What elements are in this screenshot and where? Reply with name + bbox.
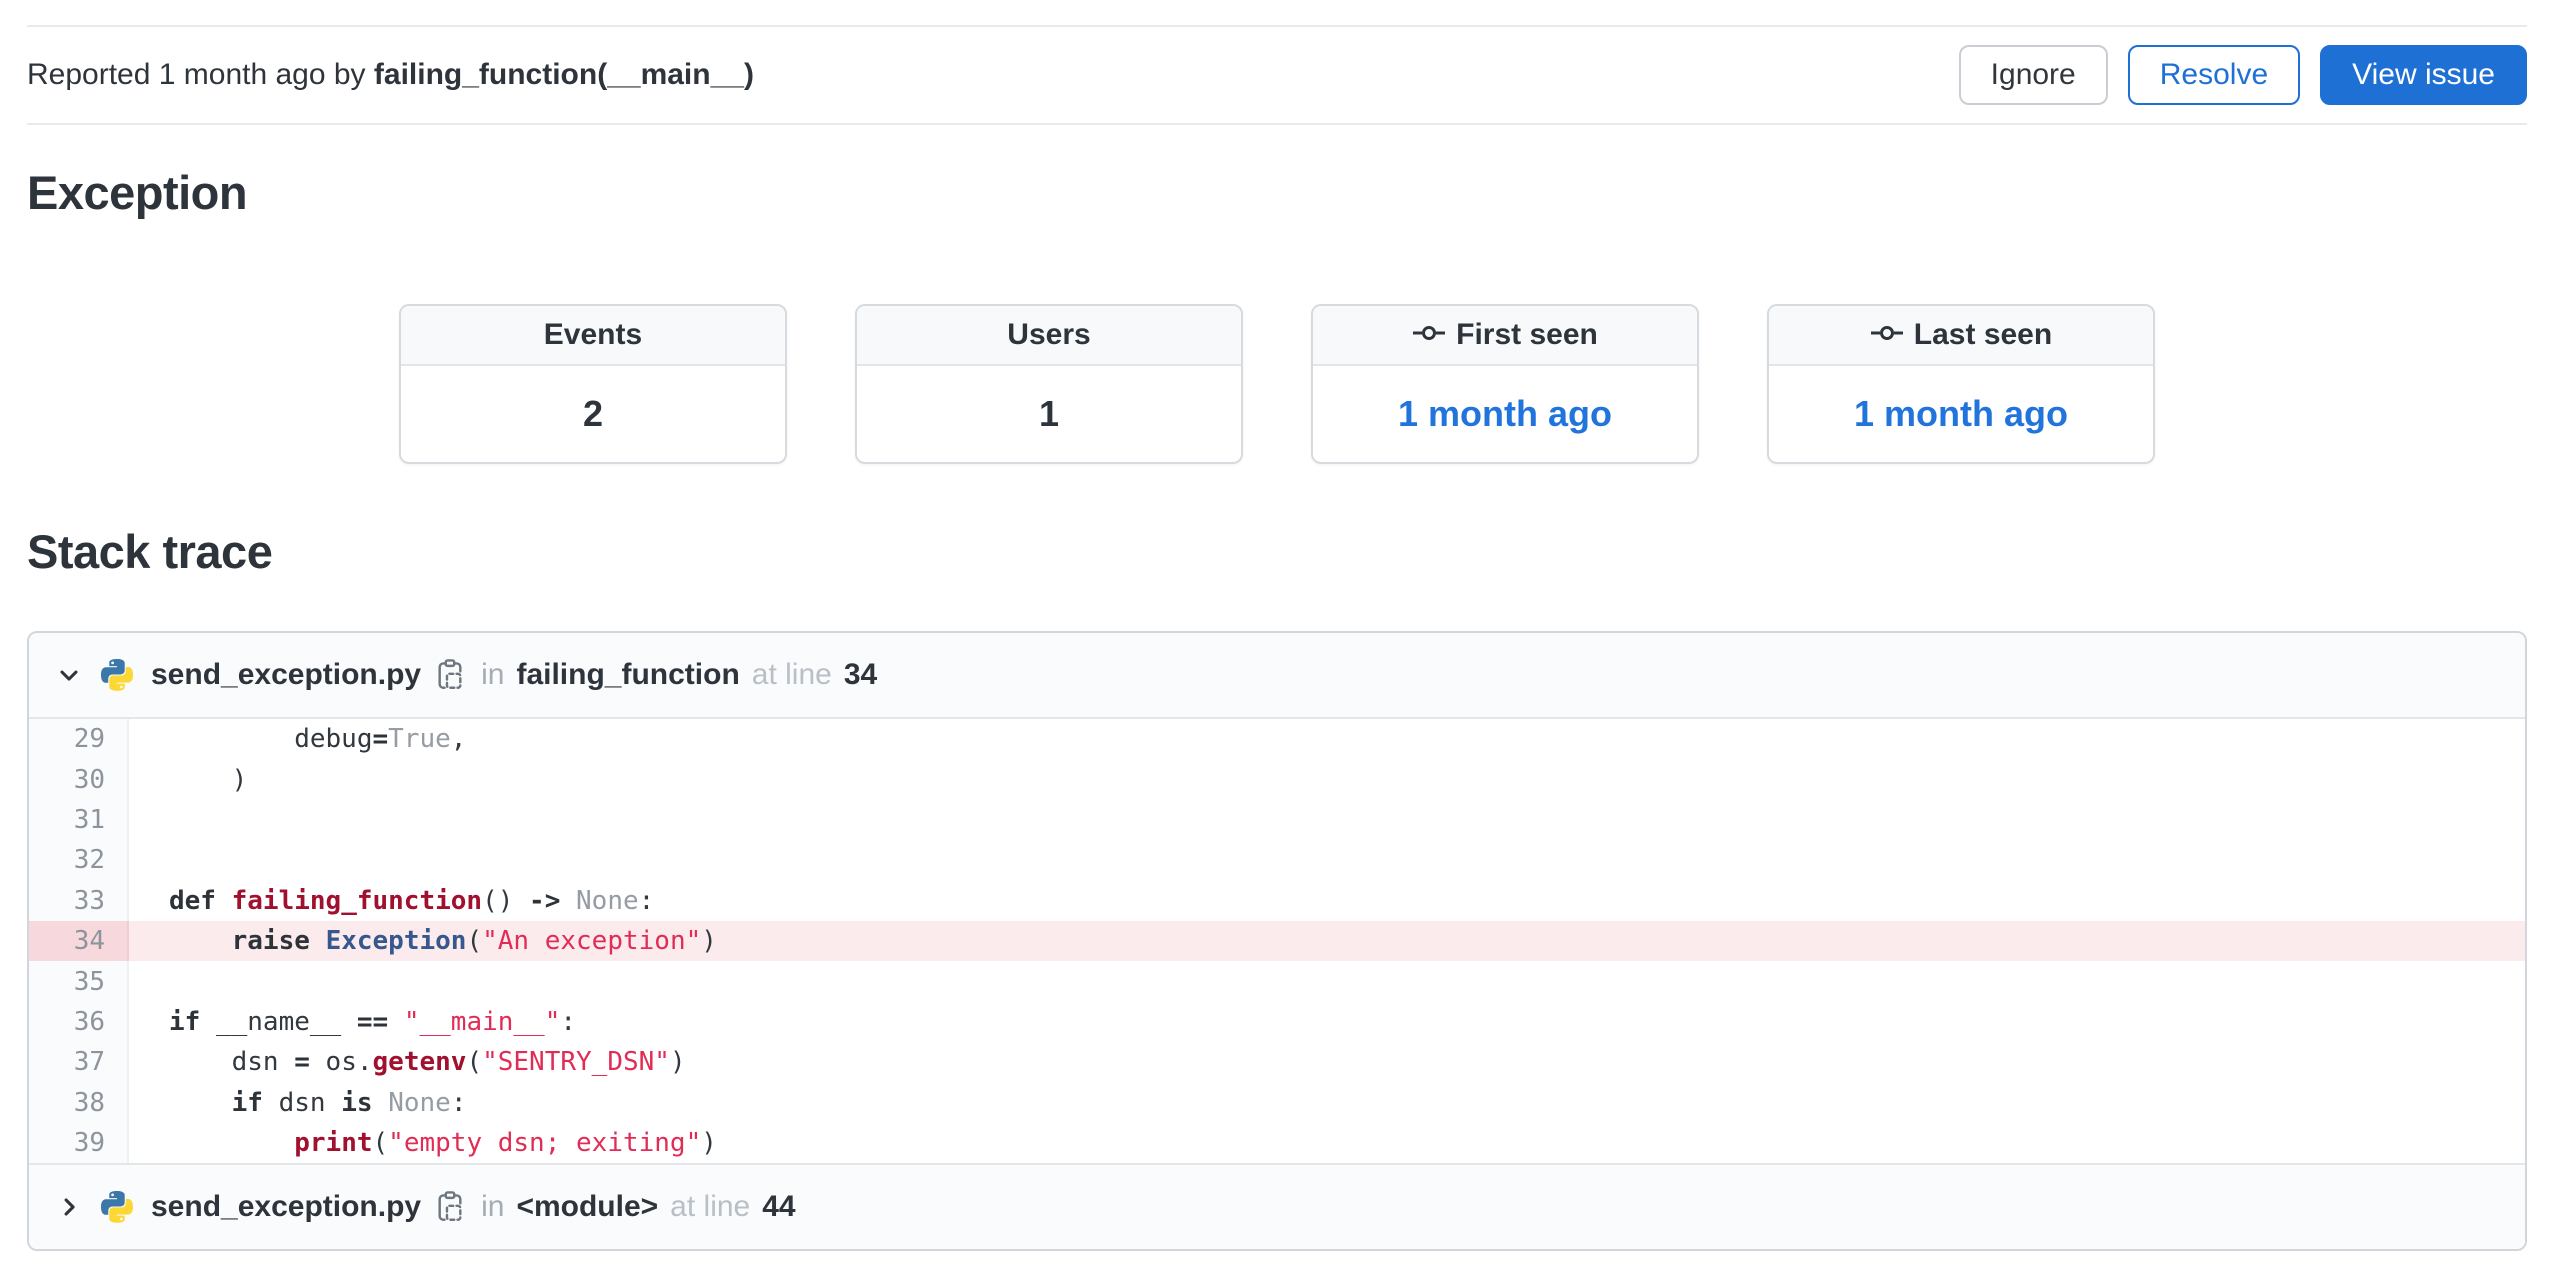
- frame-function: failing_function: [516, 658, 740, 691]
- stat-card-header: Users: [857, 306, 1241, 366]
- line-number: 30: [29, 759, 129, 800]
- stat-card-header: First seen: [1313, 306, 1697, 366]
- stack-trace-title: Stack trace: [27, 525, 273, 578]
- stack-trace: send_exception.py in failing_function at li…: [27, 631, 2527, 1252]
- view-issue-button[interactable]: View issue: [2320, 45, 2527, 105]
- line-number: 32: [29, 840, 129, 881]
- code-line: 38 if dsn is None:: [29, 1082, 2525, 1123]
- stat-value-events: 2: [582, 393, 604, 434]
- code-line: 32: [29, 840, 2525, 881]
- frame-line-number: 34: [843, 658, 878, 691]
- code-text: dsn = os. getenv("SENTRY_DSN"): [169, 1047, 686, 1078]
- line-number: 38: [29, 1082, 129, 1123]
- line-number: 31: [29, 799, 129, 841]
- stack-frame: send_exception.py in failing_function at li…: [29, 633, 2525, 1164]
- chevron-right-icon[interactable]: [55, 1193, 83, 1221]
- stat-label: Users: [1007, 318, 1091, 351]
- stat-card-users: Users 1: [855, 304, 1243, 464]
- code-line: 37 dsn = os. getenv("SENTRY_DSN"): [29, 1042, 2525, 1083]
- stat-card-last-seen: Last seen 1 month ago: [1767, 304, 2155, 464]
- copy-icon[interactable]: [435, 1190, 465, 1224]
- issue-toolbar: Reported 1 month ago by failing_function…: [27, 25, 2527, 125]
- issue-detail-page: Reported 1 month ago by failing_function…: [0, 25, 2554, 1252]
- commit-icon: [1870, 318, 1904, 352]
- stat-card-header: Events: [401, 306, 785, 366]
- frame-function: <module>: [516, 1190, 659, 1224]
- code-text: if __name__ == "__main__":: [169, 1006, 577, 1037]
- frame-line-number: 44: [762, 1190, 796, 1224]
- toolbar-buttons: Ignore Resolve View issue: [1958, 45, 2527, 105]
- code-line: 35: [29, 961, 2525, 1002]
- stat-card-first-seen: First seen 1 month ago: [1311, 304, 1699, 464]
- copy-icon[interactable]: [435, 658, 465, 692]
- stat-card-header: Last seen: [1769, 306, 2153, 366]
- code-line: 33 def failing_function() -> None:: [29, 880, 2525, 921]
- stat-label: Events: [543, 318, 643, 351]
- line-number: 33: [29, 880, 129, 921]
- line-number: 36: [29, 1001, 129, 1043]
- code-text: ): [169, 764, 248, 795]
- frame-at-line-label: at line: [751, 658, 832, 691]
- code-line: 29 debug = True,: [29, 719, 2525, 760]
- stack-frame-header[interactable]: send_exception.py in <module> at line 44: [29, 1165, 2525, 1250]
- line-number: 34: [29, 920, 129, 962]
- stat-label: Last seen: [1913, 318, 2053, 351]
- exception-title: Exception: [27, 166, 248, 219]
- chevron-down-icon[interactable]: [55, 661, 83, 689]
- line-number: 35: [29, 961, 129, 1002]
- stat-value-first-seen[interactable]: 1 month ago: [1313, 366, 1697, 462]
- frame-filename: send_exception.py: [151, 1190, 422, 1224]
- frame-filename: send_exception.py: [151, 658, 422, 691]
- code-line: 39 print("empty dsn; exiting"): [29, 1122, 2525, 1164]
- reported-prefix: Reported 1 month ago by: [27, 58, 374, 91]
- code-line: 30 ): [29, 759, 2525, 800]
- resolve-button[interactable]: Resolve: [2127, 45, 2301, 105]
- code-text: debug = True,: [169, 724, 467, 755]
- code-text: if dsn is None:: [231, 1087, 467, 1118]
- python-icon: [99, 657, 135, 693]
- code-line-highlighted: 34 raise Exception("An exception"): [29, 920, 2525, 962]
- code-text: print("empty dsn; exiting"): [294, 1128, 717, 1159]
- stats-row: Events 2 Users 1 First seen 1 month ago Last s…: [27, 304, 2527, 464]
- stat-card-events: Events 2: [399, 304, 787, 464]
- frame-in-label: in: [481, 1190, 505, 1224]
- reported-text: Reported 1 month ago by failing_function…: [27, 58, 754, 92]
- ignore-button[interactable]: Ignore: [1958, 45, 2108, 105]
- stat-value-users: 1: [1038, 393, 1060, 434]
- line-number: 29: [29, 719, 129, 760]
- stat-value-last-seen[interactable]: 1 month ago: [1769, 366, 2153, 462]
- code-line: 31: [29, 799, 2525, 841]
- code-text: def failing_function() -> None:: [169, 885, 655, 916]
- stack-frame: send_exception.py in <module> at line 44: [29, 1163, 2525, 1250]
- frame-code-context: 29 debug = True, 30 ) 31 32 33 def failing_func…: [29, 717, 2525, 1164]
- code-text: raise Exception("An exception"): [129, 920, 2525, 962]
- frame-at-line-label: at line: [670, 1190, 751, 1224]
- line-number: 39: [29, 1122, 129, 1164]
- stat-label: First seen: [1456, 318, 1598, 351]
- commit-icon: [1412, 318, 1446, 352]
- python-icon: [99, 1189, 135, 1225]
- line-number: 37: [29, 1042, 129, 1083]
- frame-in-label: in: [481, 658, 505, 691]
- stack-frame-header[interactable]: send_exception.py in failing_function at li…: [29, 633, 2525, 717]
- code-line: 36 if __name__ == "__main__":: [29, 1001, 2525, 1043]
- reported-culprit: failing_function(__main__): [373, 58, 754, 91]
